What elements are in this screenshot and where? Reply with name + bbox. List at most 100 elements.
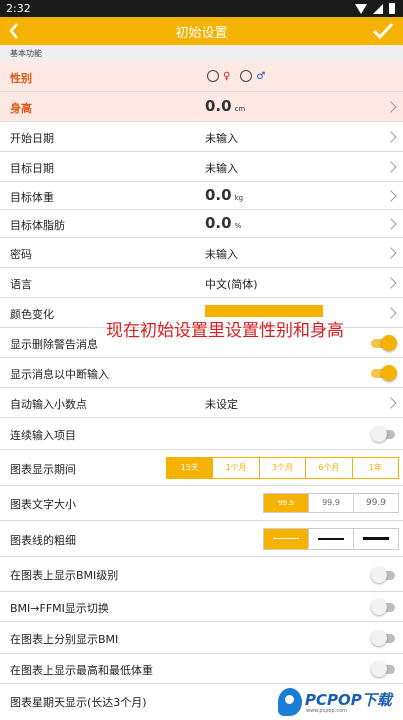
row-label: 显示消息以中断输入 xyxy=(10,368,109,381)
chart-font-option[interactable]: 99.9 xyxy=(264,494,308,512)
goal-weight-number: 0.0 xyxy=(205,186,232,204)
row-value: 未设定 xyxy=(205,398,238,411)
max-min-weight-toggle[interactable] xyxy=(371,661,397,677)
start-date-row[interactable]: 开始日期 未输入 xyxy=(0,122,403,152)
status-time: 2:32 xyxy=(6,2,31,15)
line-thick-option[interactable] xyxy=(353,529,398,549)
gender-selector: ♀ ♂ xyxy=(207,70,265,82)
interrupt-message-row: 显示消息以中断输入 xyxy=(0,358,403,388)
row-label: 目标体重 xyxy=(10,191,54,204)
chart-line-row: 图表线的粗细 xyxy=(0,521,403,557)
female-icon: ♀ xyxy=(223,70,231,82)
row-label: 连续输入项目 xyxy=(10,429,76,442)
separate-bmi-row: 在图表上分别显示BMI xyxy=(0,622,403,654)
chart-period-option[interactable]: 1个月 xyxy=(212,458,259,478)
goal-bodyfat-number: 0.0 xyxy=(205,214,232,232)
bmi-level-toggle[interactable] xyxy=(371,567,397,583)
goal-date-row[interactable]: 目标日期 未输入 xyxy=(0,152,403,182)
chart-font-option[interactable]: 99.9 xyxy=(308,494,353,512)
goal-weight-value: 0.0 kg xyxy=(205,186,243,204)
male-radio[interactable] xyxy=(240,70,253,82)
max-min-weight-row: 在图表上显示最高和最低体重 xyxy=(0,654,403,684)
chevron-right-icon xyxy=(385,218,397,230)
chart-period-segmented: 15天 1个月 3个月 6个月 1年 xyxy=(166,457,399,479)
pcpop-logo-icon xyxy=(278,688,302,716)
height-unit: cm xyxy=(234,105,246,113)
row-label: 图表文字大小 xyxy=(10,498,76,511)
gender-row[interactable]: 性别 ♀ ♂ xyxy=(0,62,403,92)
height-value: 0.0 cm xyxy=(205,97,245,115)
done-button[interactable] xyxy=(369,17,397,45)
row-label: 语言 xyxy=(10,278,32,291)
chevron-right-icon xyxy=(385,161,397,173)
row-label: 图表星期天显示(长达3个月) xyxy=(10,696,147,709)
chevron-right-icon xyxy=(385,131,397,143)
female-radio[interactable] xyxy=(207,70,219,82)
male-icon: ♂ xyxy=(256,70,266,82)
line-thin-option[interactable] xyxy=(264,529,308,549)
row-label: 在图表上分别显示BMI xyxy=(10,633,119,646)
password-row[interactable]: 密码 未输入 xyxy=(0,238,403,268)
bmi-level-row: 在图表上显示BMI级别 xyxy=(0,557,403,592)
interrupt-message-toggle[interactable] xyxy=(371,365,397,381)
continuous-input-row: 连续输入项目 xyxy=(0,418,403,450)
height-row[interactable]: 身高 0.0 cm xyxy=(0,92,403,122)
chevron-right-icon xyxy=(385,101,397,113)
row-label: 目标日期 xyxy=(10,162,54,175)
chevron-right-icon xyxy=(385,397,397,409)
row-label: BMI→FFMI显示切换 xyxy=(10,602,109,615)
battery-icon xyxy=(389,3,395,14)
chart-line-segmented xyxy=(263,528,399,550)
row-label: 开始日期 xyxy=(10,132,54,145)
goal-bodyfat-value: 0.0% xyxy=(205,214,241,232)
language-row[interactable]: 语言 中文(简体) xyxy=(0,268,403,298)
chevron-right-icon xyxy=(385,247,397,259)
chart-font-row: 图表文字大小 99.9 99.9 99.9 xyxy=(0,486,403,521)
goal-bodyfat-row[interactable]: 目标体脂肪 0.0% xyxy=(0,210,403,238)
status-bar: 2:32 xyxy=(0,0,403,17)
line-medium-option[interactable] xyxy=(308,529,353,549)
system-icons xyxy=(355,3,395,14)
chevron-right-icon xyxy=(385,307,397,319)
chevron-right-icon xyxy=(385,277,397,289)
chart-font-option[interactable]: 99.9 xyxy=(353,494,398,512)
auto-decimal-row[interactable]: 自动输入小数点 未设定 xyxy=(0,388,403,418)
chart-font-segmented: 99.9 99.9 99.9 xyxy=(263,493,399,513)
row-label: 图表线的粗细 xyxy=(10,534,76,547)
row-label: 目标体脂肪 xyxy=(10,219,65,232)
chart-period-option[interactable]: 1年 xyxy=(351,458,399,478)
wifi-icon xyxy=(355,3,367,14)
row-label: 自动输入小数点 xyxy=(10,398,87,411)
row-label: 颜色变化 xyxy=(10,308,54,321)
row-value: 未输入 xyxy=(205,162,238,175)
bmi-ffmi-row: BMI→FFMI显示切换 xyxy=(0,592,403,622)
separate-bmi-toggle[interactable] xyxy=(371,630,397,646)
chevron-right-icon xyxy=(385,190,397,202)
row-label: 显示删除警告消息 xyxy=(10,338,98,351)
chart-period-row: 图表显示期间 15天 1个月 3个月 6个月 1年 xyxy=(0,450,403,486)
overlay-caption: 现在初始设置里设置性别和身高 xyxy=(106,321,344,341)
cell-signal-icon xyxy=(373,3,383,14)
watermark: PCPOP下载 www.pcpop.com xyxy=(278,684,403,720)
gender-label: 性别 xyxy=(10,72,32,85)
chart-period-option[interactable]: 3个月 xyxy=(258,458,306,478)
check-icon xyxy=(372,22,394,40)
chart-period-option[interactable]: 6个月 xyxy=(305,458,352,478)
row-value: 未输入 xyxy=(205,132,238,145)
row-label: 身高 xyxy=(10,102,32,115)
goal-weight-row[interactable]: 目标体重 0.0 kg xyxy=(0,182,403,210)
delete-warning-toggle[interactable] xyxy=(371,335,397,351)
section-header: 基本功能 xyxy=(0,45,403,62)
bmi-ffmi-toggle[interactable] xyxy=(371,599,397,615)
goal-bodyfat-unit: % xyxy=(234,222,242,230)
app-bar: 初始设置 xyxy=(0,17,403,45)
continuous-input-toggle[interactable] xyxy=(371,426,397,442)
goal-weight-unit: kg xyxy=(234,194,244,202)
row-label: 密码 xyxy=(10,248,32,261)
watermark-url: www.pcpop.com xyxy=(306,708,347,714)
page-title: 初始设置 xyxy=(175,26,228,41)
height-number: 0.0 xyxy=(205,97,232,115)
row-label: 在图表上显示最高和最低体重 xyxy=(10,664,153,677)
row-label: 在图表上显示BMI级别 xyxy=(10,569,119,582)
chart-period-option[interactable]: 15天 xyxy=(167,458,213,478)
